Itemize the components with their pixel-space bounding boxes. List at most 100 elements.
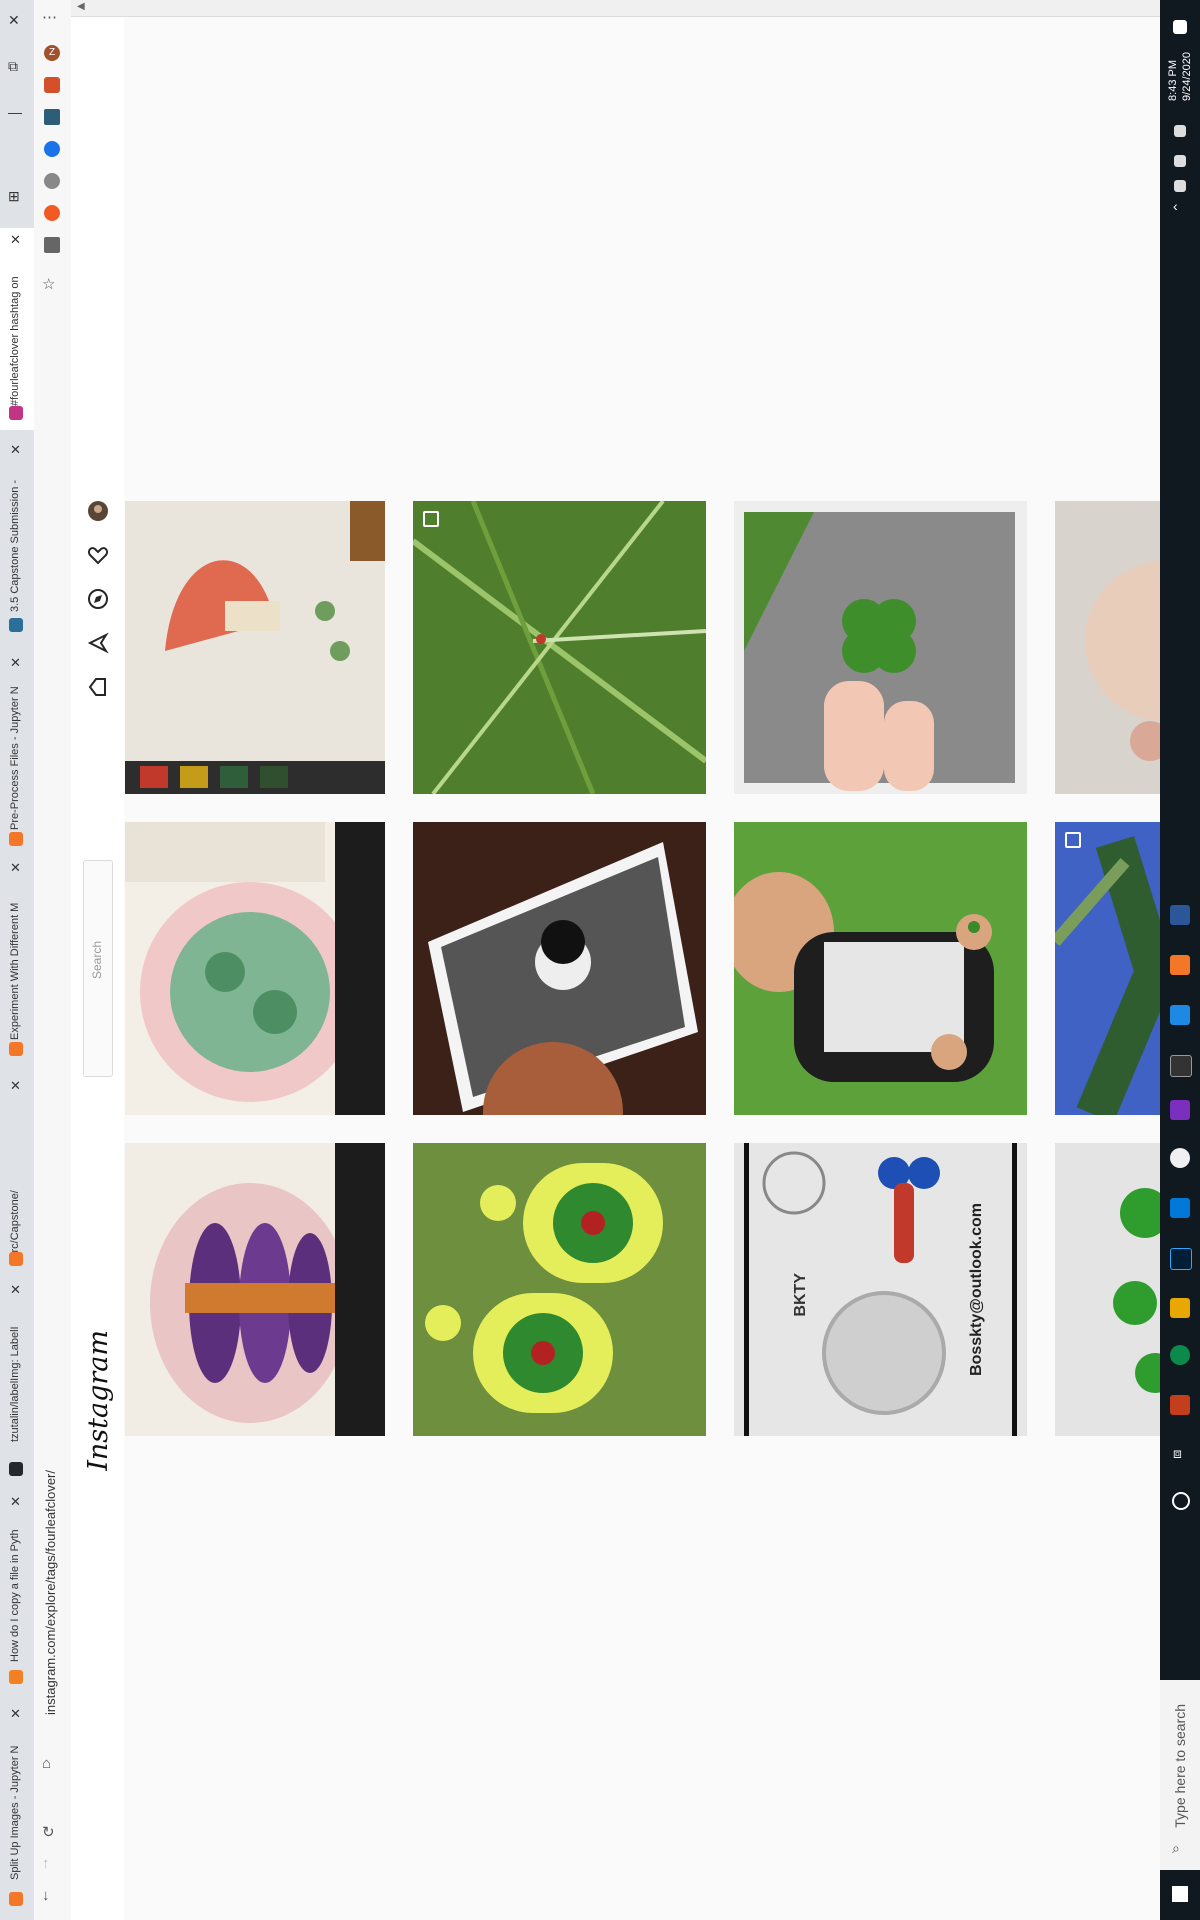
taskbar-search-box[interactable]: Type here to search ⌕ bbox=[1160, 1680, 1200, 1870]
tab-experiment[interactable]: ✕ Experiment With Different M bbox=[0, 860, 34, 1060]
post-baby-photo[interactable] bbox=[1055, 501, 1160, 794]
profile-avatar[interactable]: Z bbox=[44, 45, 60, 61]
extension-icon[interactable] bbox=[44, 109, 60, 125]
profile-avatar-icon[interactable] bbox=[87, 500, 109, 522]
more-menu-icon[interactable]: ⋯ bbox=[42, 8, 57, 26]
reader-mode-icon[interactable]: ⌂ bbox=[42, 1755, 51, 1772]
scroll-left-icon[interactable]: ◀ bbox=[77, 1, 85, 12]
task-view-icon[interactable]: ⧈ bbox=[1173, 1445, 1182, 1462]
close-tab-icon[interactable]: ✕ bbox=[10, 1078, 21, 1094]
jupyter-favicon-icon bbox=[9, 1892, 23, 1906]
tab-preprocess-files[interactable]: ✕ Pre-Process Files - Jupyter N bbox=[0, 650, 34, 850]
photoshop-icon[interactable] bbox=[1170, 1248, 1192, 1270]
close-tab-icon[interactable]: ✕ bbox=[10, 1494, 21, 1510]
keychain-brand: BKTY bbox=[792, 1273, 809, 1317]
tab-title: tzutalin/labelImg: LabelI bbox=[9, 1326, 21, 1442]
close-tab-icon[interactable]: ✕ bbox=[10, 1282, 21, 1298]
favorite-star-icon[interactable]: ☆ bbox=[42, 275, 55, 293]
tab-title: 3.5 Capstone Submission - bbox=[9, 479, 21, 612]
tab-src-capstone[interactable]: ✕ src/Capstone/ bbox=[0, 1072, 34, 1272]
taskbar-search-placeholder: Type here to search bbox=[1172, 1704, 1188, 1828]
post-palm-tree-sky[interactable] bbox=[1055, 822, 1160, 1115]
minimize-window-icon[interactable]: — bbox=[8, 104, 22, 120]
post-resin-keychain[interactable]: BKTY Bosskty@outlook.com bbox=[734, 1143, 1027, 1436]
close-tab-icon[interactable]: ✕ bbox=[10, 860, 21, 876]
pen-icon[interactable] bbox=[1174, 125, 1186, 137]
post-boy-holding-clover[interactable] bbox=[734, 822, 1027, 1115]
github-favicon-icon bbox=[9, 1462, 23, 1476]
extension-puzzle-icon[interactable] bbox=[44, 77, 60, 93]
extension-icon[interactable] bbox=[44, 141, 60, 157]
jupyter-favicon-icon bbox=[9, 1252, 23, 1266]
explore-compass-icon[interactable] bbox=[87, 588, 109, 610]
onedrive-icon[interactable] bbox=[1174, 180, 1186, 192]
jupyter-favicon-icon bbox=[9, 832, 23, 846]
keychain-email: Bosskty@outlook.com bbox=[968, 1203, 985, 1376]
edge-icon[interactable] bbox=[1170, 1345, 1190, 1365]
close-tab-icon[interactable]: ✕ bbox=[10, 442, 21, 458]
stackoverflow-favicon-icon bbox=[9, 1670, 23, 1684]
start-windows-icon[interactable] bbox=[1172, 1886, 1188, 1902]
tab-title: How do I copy a file in Pyth bbox=[9, 1529, 21, 1662]
tab-title: #fourleafclover hashtag on bbox=[9, 276, 21, 406]
close-window-icon[interactable]: ✕ bbox=[8, 12, 20, 29]
address-bar-url[interactable]: instagram.com/explore/tags/fourleafclove… bbox=[43, 1470, 58, 1715]
extension-icon[interactable] bbox=[44, 205, 60, 221]
chevron-up-icon[interactable]: ‹ bbox=[1173, 198, 1178, 214]
close-tab-icon[interactable]: ✕ bbox=[10, 232, 21, 248]
post-japanese-clover-painting[interactable] bbox=[125, 822, 385, 1115]
app-icon[interactable] bbox=[1170, 1055, 1192, 1077]
app-icon[interactable] bbox=[1170, 1005, 1190, 1025]
post-ink-leaves-portrait[interactable] bbox=[413, 822, 706, 1115]
tab-split-up-images[interactable]: ✕ Split Up Images - Jupyter N bbox=[0, 1702, 34, 1920]
tab-copy-file-python[interactable]: ✕ How do I copy a file in Pyth bbox=[0, 1492, 34, 1692]
tab-capstone-submission[interactable]: ✕ 3.5 Capstone Submission - bbox=[0, 440, 34, 640]
tab-favicon-icon bbox=[9, 618, 23, 632]
close-tab-icon[interactable]: ✕ bbox=[10, 655, 21, 671]
post-four-leaf-clover-hand[interactable] bbox=[734, 501, 1027, 794]
restore-window-icon[interactable]: ⧉ bbox=[8, 58, 18, 75]
tab-strip: ✕ ⧉ — ⊞ ✕ #fourleafclover hashtag on ✕ 3… bbox=[0, 0, 35, 1920]
tab-fourleafclover[interactable]: ✕ #fourleafclover hashtag on bbox=[0, 228, 34, 430]
extension-icon[interactable] bbox=[44, 173, 60, 189]
back-icon[interactable]: ↓ bbox=[42, 1887, 50, 1904]
tab-actions-icon[interactable]: ⊞ bbox=[8, 188, 20, 205]
extension-icon[interactable] bbox=[44, 237, 60, 253]
cortana-icon[interactable] bbox=[1172, 1492, 1190, 1510]
direct-message-icon[interactable] bbox=[87, 632, 109, 654]
activity-heart-icon[interactable] bbox=[87, 544, 109, 566]
windows-taskbar: 8:43 PM 9/24/2020 ‹ ⧈ Type here to searc… bbox=[1160, 0, 1200, 1920]
jupyter-app-icon[interactable] bbox=[1170, 955, 1190, 975]
jupyter-favicon-icon bbox=[9, 1042, 23, 1056]
office-icon[interactable] bbox=[1170, 1395, 1190, 1415]
forward-icon[interactable]: ↑ bbox=[42, 1855, 50, 1872]
close-tab-icon[interactable]: ✕ bbox=[10, 1706, 21, 1722]
post-green-shamrock-pieces[interactable] bbox=[1055, 1143, 1160, 1436]
post-ladybug-clay-earrings[interactable] bbox=[413, 1143, 706, 1436]
refresh-icon[interactable]: ↻ bbox=[42, 1823, 55, 1841]
instagram-favicon-icon bbox=[9, 406, 23, 420]
horizontal-scrollbar[interactable]: ◀ ▶ bbox=[71, 0, 1199, 17]
search-placeholder: Search bbox=[90, 941, 104, 980]
tab-title: Split Up Images - Jupyter N bbox=[9, 1745, 21, 1881]
search-input[interactable]: Search bbox=[83, 860, 113, 1077]
system-clock[interactable]: 8:43 PM 9/24/2020 bbox=[1166, 52, 1194, 101]
home-icon[interactable] bbox=[87, 676, 109, 698]
post-eggplant-painting[interactable] bbox=[125, 1143, 385, 1436]
browser-toolbar: ⋯ Z ☆ instagram.com/explore/tags/fourlea… bbox=[34, 0, 72, 1920]
notification-icon[interactable] bbox=[1173, 20, 1187, 34]
tab-labelimg[interactable]: ✕ tzutalin/labelImg: LabelI bbox=[0, 1282, 34, 1482]
post-mushroom-watercolor[interactable] bbox=[125, 501, 385, 794]
post-grass-ladybug[interactable] bbox=[413, 501, 706, 794]
tab-title: Experiment With Different M bbox=[9, 902, 21, 1040]
calculator-app-icon[interactable] bbox=[1170, 905, 1190, 925]
instagram-logo[interactable]: Instagram bbox=[83, 1330, 114, 1471]
mail-icon[interactable] bbox=[1170, 1198, 1190, 1218]
chrome-icon[interactable] bbox=[1170, 1148, 1190, 1168]
instagram-nav: Instagram Search bbox=[71, 0, 125, 1920]
onenote-icon[interactable] bbox=[1170, 1100, 1190, 1120]
clock-date: 9/24/2020 bbox=[1181, 52, 1193, 101]
file-explorer-icon[interactable] bbox=[1170, 1298, 1190, 1318]
search-icon: ⌕ bbox=[1172, 1840, 1180, 1856]
dropbox-icon[interactable] bbox=[1174, 155, 1186, 167]
